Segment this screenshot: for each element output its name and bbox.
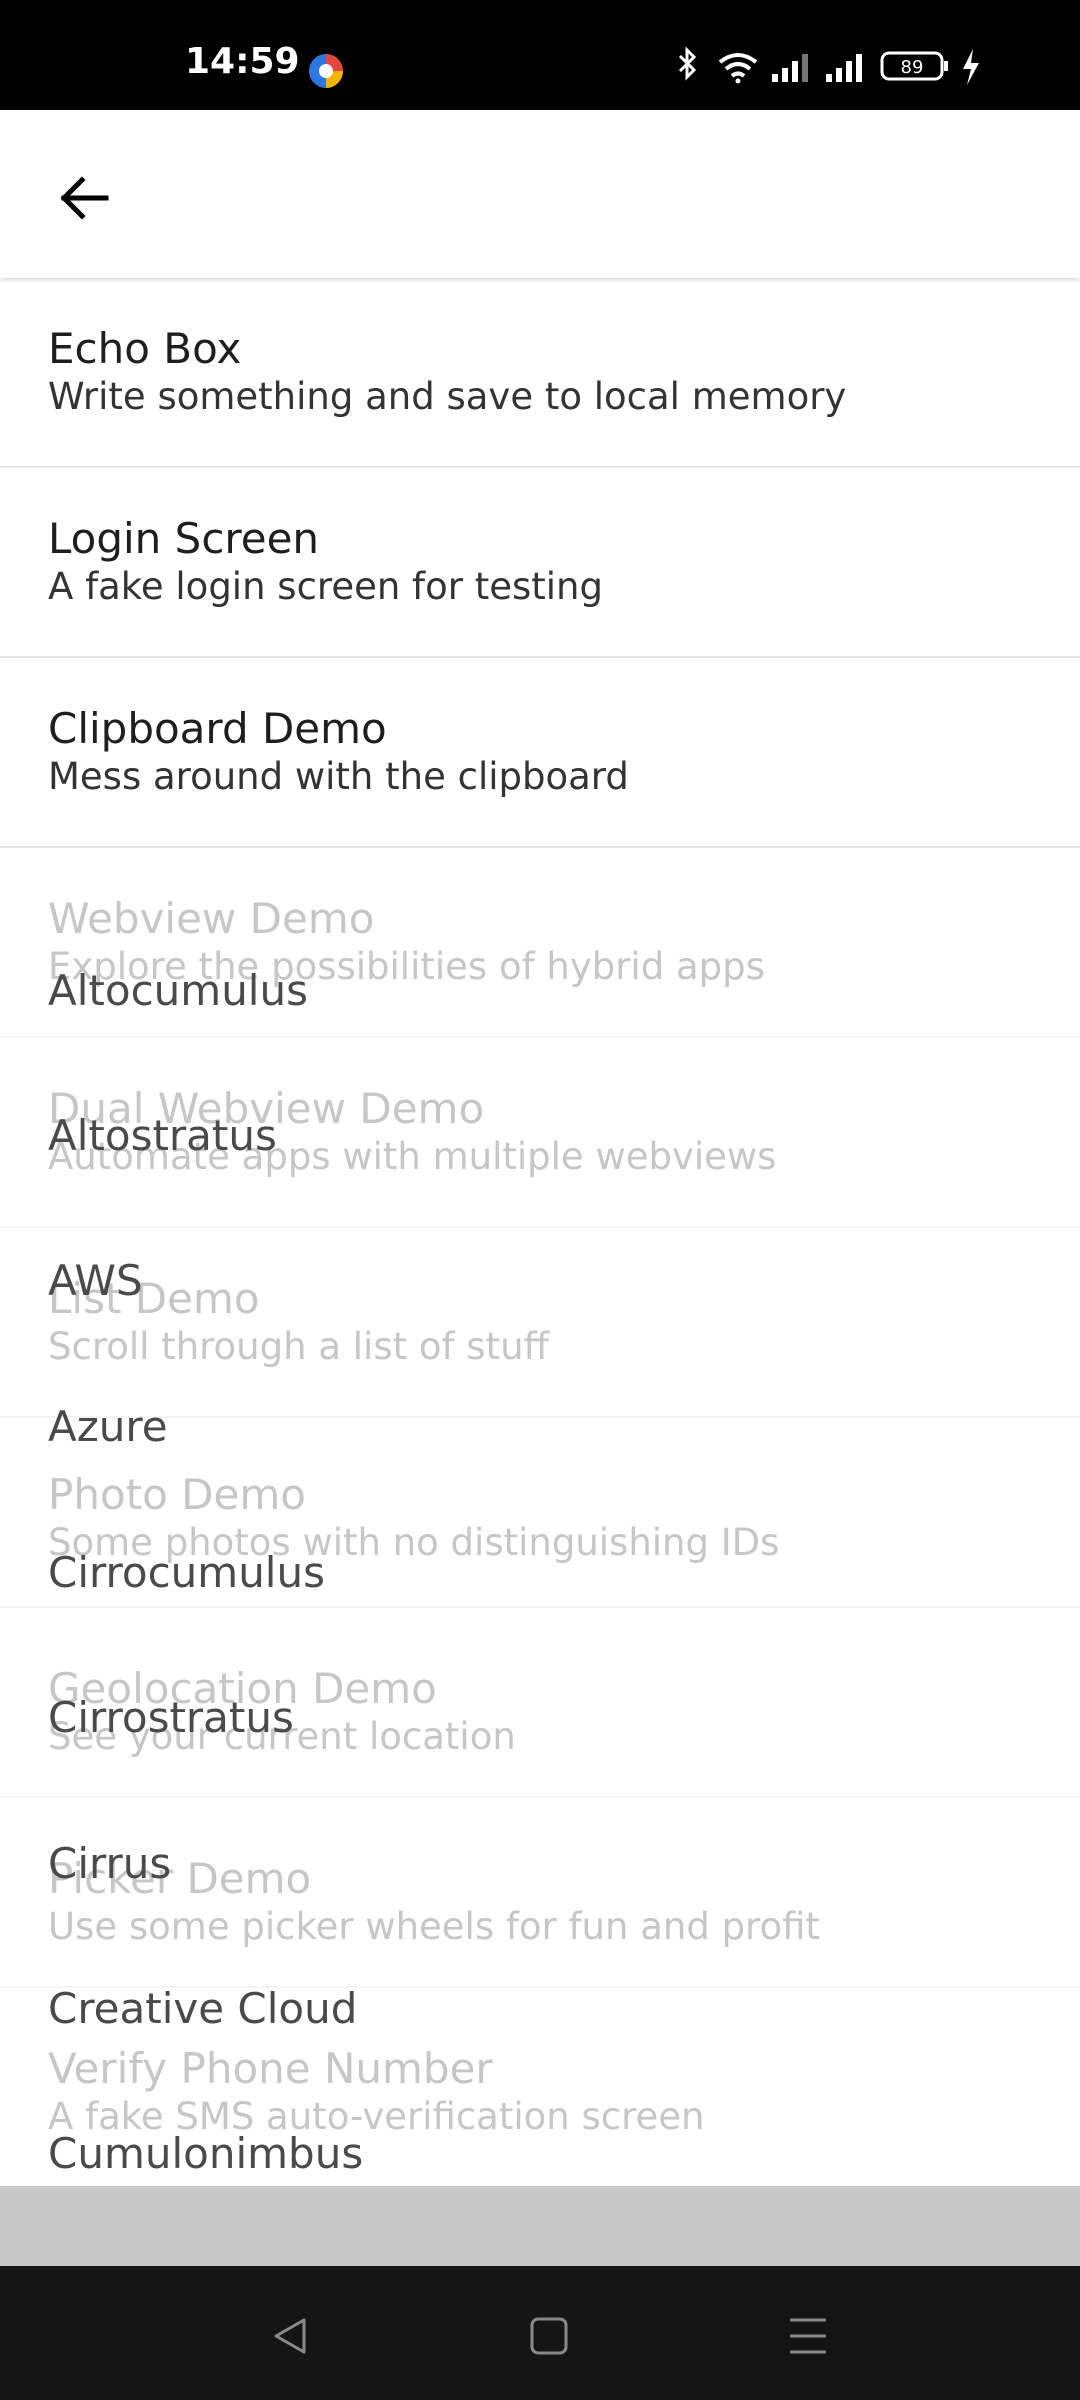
list-item[interactable]: Picker Demo Use some picker wheels for f… <box>0 1798 1080 1988</box>
list-item-title: Photo Demo <box>48 1470 306 1519</box>
app-notification-icon <box>309 54 343 88</box>
app-header <box>0 110 1080 278</box>
battery-icon: 89 <box>880 51 948 81</box>
list-item-subtitle: Use some picker wheels for fun and profi… <box>48 1905 820 1948</box>
arrow-left-icon <box>60 176 109 220</box>
back-button[interactable] <box>44 158 124 238</box>
list-item-subtitle: A fake login screen for testing <box>48 565 603 608</box>
menu-lines-icon <box>790 2318 826 2354</box>
nav-home-button[interactable] <box>509 2296 589 2376</box>
demo-list: Echo Box Write something and save to loc… <box>0 278 1080 2186</box>
list-item[interactable]: Echo Box Write something and save to loc… <box>0 278 1080 468</box>
list-item-title: Echo Box <box>48 324 242 373</box>
back-triangle-icon <box>274 2318 306 2354</box>
list-item-subtitle: Scroll through a list of stuff <box>48 1325 550 1368</box>
cloud-list-item[interactable]: AWS <box>48 1256 143 1305</box>
cloud-list-item[interactable]: Cirrus <box>48 1839 171 1888</box>
signal-icon <box>826 54 862 82</box>
cloud-list-item[interactable]: Altostratus <box>48 1111 277 1160</box>
nav-menu-button[interactable] <box>768 2296 848 2376</box>
list-item-title: Webview Demo <box>48 894 375 943</box>
signal-icon <box>772 54 808 82</box>
status-bar: 14:59 89 <box>0 0 1080 110</box>
list-item-subtitle: Write something and save to local memory <box>48 375 847 418</box>
list-item[interactable]: Login Screen A fake login screen for tes… <box>0 468 1080 658</box>
home-square-icon <box>530 2317 568 2355</box>
charging-icon <box>963 49 979 85</box>
cloud-list-item[interactable]: Azure <box>48 1402 168 1451</box>
list-item-title: Clipboard Demo <box>48 704 387 753</box>
wifi-icon <box>718 53 758 84</box>
cloud-list-item[interactable]: Cirrocumulus <box>48 1548 325 1597</box>
list-item-subtitle: Mess around with the clipboard <box>48 755 629 798</box>
list-item-title: Login Screen <box>48 514 320 563</box>
svg-text:89: 89 <box>901 57 924 78</box>
cloud-list-item[interactable]: Altocumulus <box>48 966 308 1015</box>
status-time: 14:59 <box>185 41 300 82</box>
list-item-title: Verify Phone Number <box>48 2044 493 2093</box>
list-item[interactable]: Clipboard Demo Mess around with the clip… <box>0 658 1080 848</box>
nav-back-button[interactable] <box>250 2296 330 2376</box>
cloud-list-item[interactable]: Cumulonimbus <box>48 2129 363 2178</box>
bluetooth-icon <box>678 46 697 81</box>
list-item[interactable]: List Demo Scroll through a list of stuff <box>0 1228 1080 1418</box>
status-icons: 89 <box>678 46 979 85</box>
cloud-list-item[interactable]: Cirrostratus <box>48 1693 294 1742</box>
navigation-bar <box>0 2266 1080 2400</box>
bottom-panel <box>0 2186 1080 2266</box>
cloud-list-item[interactable]: Creative Cloud <box>48 1984 357 2033</box>
